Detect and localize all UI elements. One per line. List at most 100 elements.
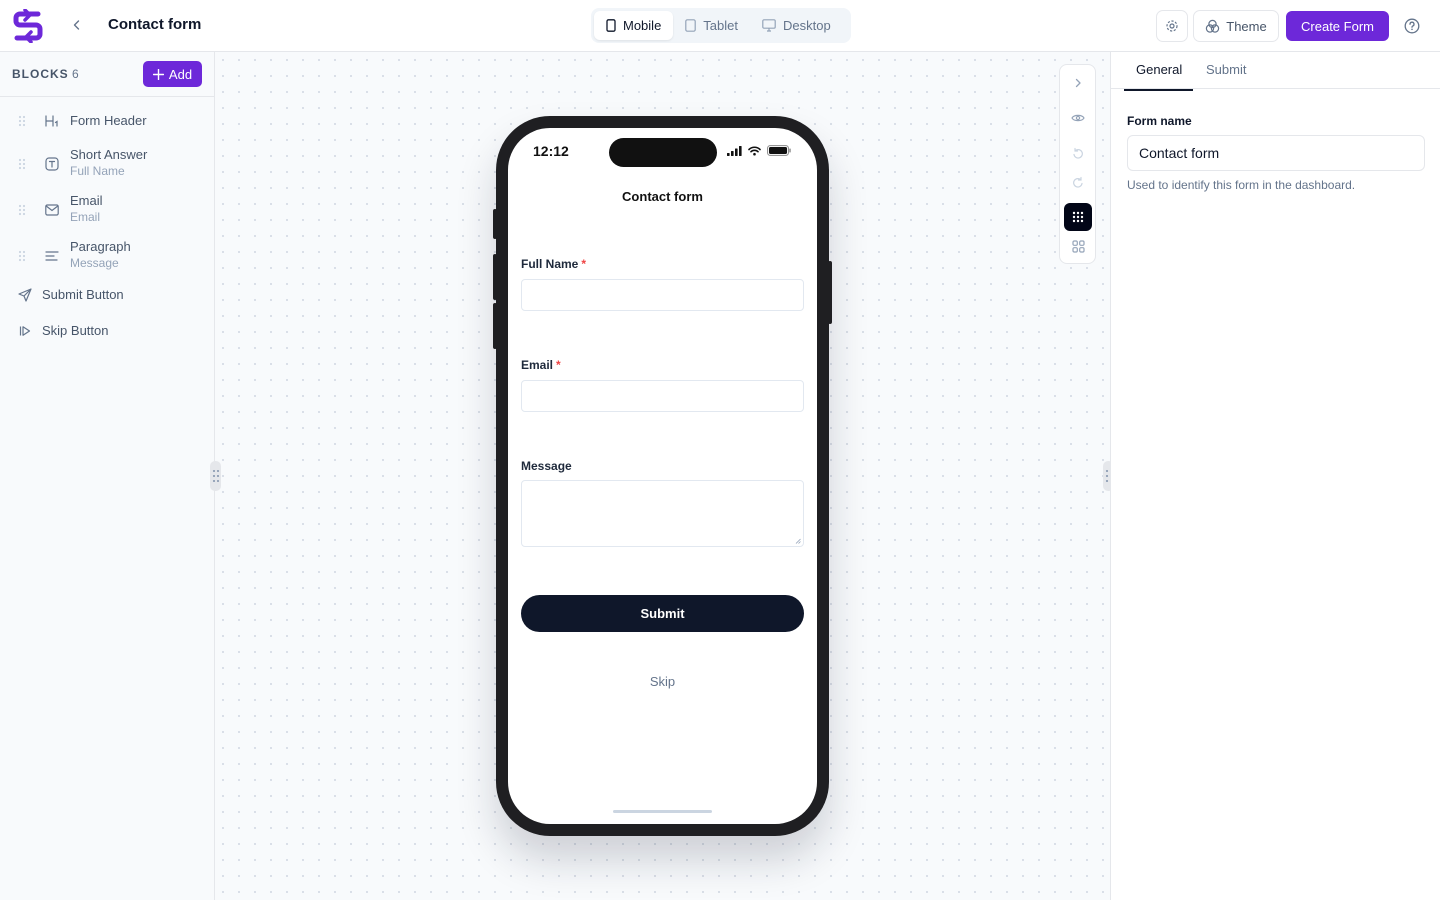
redo-icon <box>1073 176 1083 188</box>
form-title: Contact form <box>622 189 703 204</box>
block-item-email[interactable]: Email Email <box>0 192 214 228</box>
required-asterisk: * <box>556 358 561 372</box>
form-name-help: Used to identify this form in the dashbo… <box>1127 178 1356 192</box>
device-tab-label: Tablet <box>703 18 738 33</box>
tab-submit[interactable]: Submit <box>1206 62 1246 77</box>
app-logo-icon[interactable] <box>12 9 44 43</box>
help-button[interactable] <box>1401 15 1423 37</box>
heading-icon <box>43 112 61 130</box>
phone-power-button <box>828 261 832 324</box>
collapse-panel-button[interactable] <box>1064 69 1092 97</box>
field-label-email: Email * <box>521 358 561 372</box>
settings-panel: General Submit Form name Used to identif… <box>1110 52 1440 900</box>
canvas-toolbar <box>1059 64 1096 264</box>
theme-label: Theme <box>1226 18 1267 34</box>
add-block-button[interactable]: Add <box>143 61 202 87</box>
device-tab-desktop[interactable]: Desktop <box>750 11 843 40</box>
blocks-count: 6 <box>72 67 79 81</box>
full-name-input[interactable] <box>521 279 804 311</box>
message-textarea[interactable] <box>521 480 804 547</box>
button-item-label: Skip Button <box>42 323 109 338</box>
smartphone-icon <box>606 19 616 32</box>
block-sublabel: Message <box>70 256 119 270</box>
page-title: Contact form <box>108 16 202 33</box>
create-form-button[interactable]: Create Form <box>1286 11 1389 41</box>
button-item-label: Submit Button <box>42 287 124 302</box>
block-item-paragraph[interactable]: Paragraph Message <box>0 238 214 274</box>
theme-button[interactable]: Theme <box>1193 10 1279 42</box>
layout-grid-icon <box>1071 239 1085 253</box>
drag-handle-icon[interactable] <box>17 115 27 127</box>
wifi-icon <box>748 145 761 155</box>
block-item-short-answer[interactable]: Short Answer Full Name <box>0 146 214 182</box>
battery-icon <box>767 145 791 156</box>
device-tab-label: Desktop <box>783 18 831 33</box>
form-name-label: Form name <box>1127 114 1192 128</box>
dot-grid-button[interactable] <box>1064 203 1092 231</box>
field-label-message: Message <box>521 459 572 473</box>
preview-button[interactable] <box>1064 104 1092 132</box>
device-tab-tablet[interactable]: Tablet <box>673 11 750 40</box>
monitor-icon <box>762 19 776 32</box>
field-label-text: Message <box>521 459 572 473</box>
phone-volume-down-button <box>493 303 497 349</box>
required-asterisk: * <box>581 257 587 271</box>
eye-icon <box>1071 114 1085 122</box>
form-name-input[interactable] <box>1127 135 1425 171</box>
email-input[interactable] <box>521 380 804 412</box>
chevron-right-icon <box>1075 78 1081 88</box>
phone-screen: 12:12 Contact form Full Name * Email * Mes… <box>508 128 817 824</box>
blocks-title: BLOCKS <box>12 67 69 81</box>
drag-handle-icon[interactable] <box>17 158 27 170</box>
skip-button[interactable]: Skip <box>508 674 817 689</box>
field-label-text: Full Name <box>521 257 579 271</box>
help-circle-icon <box>1404 18 1420 34</box>
text-field-icon <box>43 155 61 173</box>
status-icons <box>727 145 791 156</box>
submit-button[interactable]: Submit <box>521 595 804 632</box>
resize-grip-icon[interactable] <box>795 538 801 544</box>
status-time: 12:12 <box>533 143 569 159</box>
paragraph-icon <box>43 247 61 265</box>
block-item-form-header[interactable]: Form Header <box>0 110 214 132</box>
dot-grid-icon <box>1072 211 1084 223</box>
dynamic-island <box>609 138 717 167</box>
block-sublabel: Full Name <box>70 164 125 178</box>
left-resize-handle[interactable] <box>210 461 221 491</box>
layout-grid-button[interactable] <box>1064 232 1092 260</box>
block-label: Form Header <box>70 113 147 128</box>
block-label: Short Answer <box>70 147 148 162</box>
top-bar: Contact form Mobile Tablet Desktop Theme… <box>0 0 1440 52</box>
button-item-skip[interactable]: Skip Button <box>0 321 214 341</box>
undo-button[interactable] <box>1064 139 1092 167</box>
tablet-icon <box>685 19 697 32</box>
drag-handle-icon[interactable] <box>17 250 27 262</box>
skip-forward-icon <box>17 323 33 339</box>
redo-button[interactable] <box>1064 168 1092 196</box>
drag-handle-icon[interactable] <box>17 204 27 216</box>
field-label-text: Email <box>521 358 554 372</box>
field-label-full-name: Full Name * <box>521 257 586 271</box>
block-sublabel: Email <box>70 210 101 224</box>
phone-frame: 12:12 Contact form Full Name * Email * Mes… <box>493 116 832 836</box>
blocks-header: BLOCKS 6 Add <box>0 52 214 97</box>
button-item-submit[interactable]: Submit Button <box>0 285 214 305</box>
back-button[interactable] <box>66 14 88 36</box>
settings-tabs: General Submit <box>1111 52 1440 91</box>
gear-icon <box>1166 20 1178 32</box>
mail-icon <box>43 201 61 219</box>
block-label: Email <box>70 193 103 208</box>
block-label: Paragraph <box>70 239 131 254</box>
chevron-left-icon <box>73 20 80 30</box>
signal-icon <box>727 145 742 156</box>
tab-general[interactable]: General <box>1136 62 1182 77</box>
add-label: Add <box>168 66 193 82</box>
send-icon <box>17 287 33 303</box>
device-tab-mobile[interactable]: Mobile <box>594 11 674 40</box>
phone-volume-up-button <box>493 254 497 300</box>
blocks-sidebar: BLOCKS 6 Add Form Header Short Answer Fu… <box>0 52 215 900</box>
settings-button[interactable] <box>1156 10 1188 42</box>
home-indicator <box>613 810 712 813</box>
device-switcher: Mobile Tablet Desktop <box>591 8 851 43</box>
active-tab-indicator <box>1124 89 1193 91</box>
